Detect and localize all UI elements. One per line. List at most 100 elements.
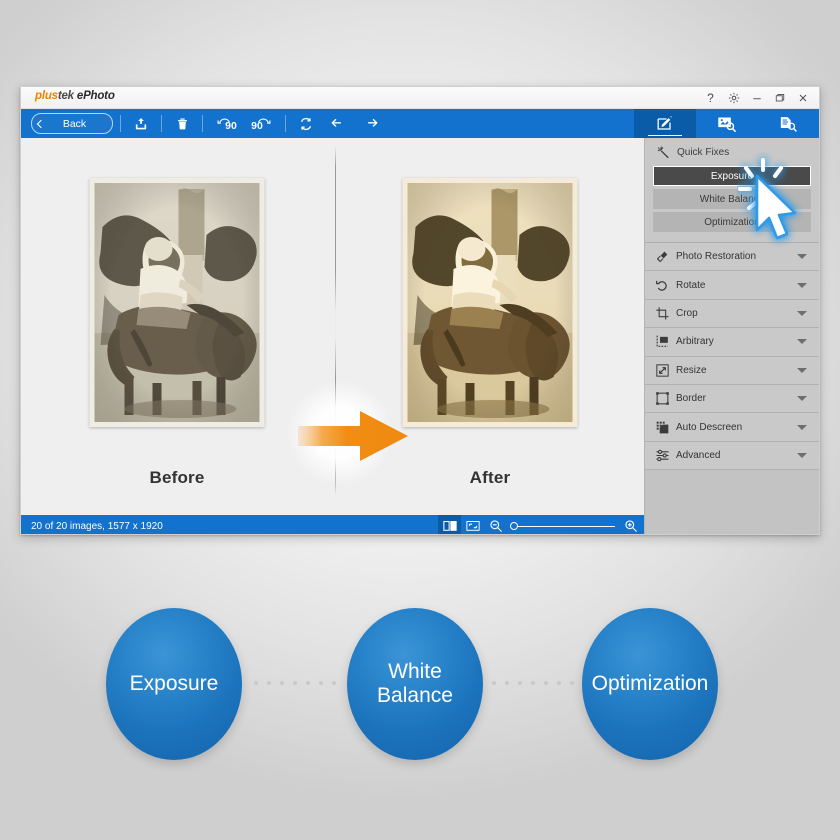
chevron-down-icon[interactable] bbox=[797, 424, 807, 430]
sidebar-item-label: Advanced bbox=[676, 449, 721, 461]
sidebar-item-label: Border bbox=[676, 393, 707, 405]
flow-node-label: Exposure bbox=[129, 672, 219, 696]
redo-button[interactable] bbox=[357, 112, 383, 136]
toolbar-separator bbox=[120, 115, 121, 132]
quick-fixes-title: Quick Fixes bbox=[677, 147, 730, 158]
chevron-down-icon[interactable] bbox=[797, 367, 807, 373]
tab-document-search[interactable] bbox=[757, 109, 819, 138]
sidebar-item-rotate[interactable]: Rotate bbox=[645, 271, 819, 300]
tab-edit[interactable] bbox=[634, 109, 696, 138]
export-button[interactable] bbox=[128, 112, 154, 136]
rotate-left-button[interactable]: 90 bbox=[210, 112, 244, 136]
chevron-down-icon[interactable] bbox=[797, 310, 807, 316]
gear-icon bbox=[728, 92, 739, 103]
sidebar-item-label: Auto Descreen bbox=[676, 421, 743, 433]
reset-button[interactable] bbox=[293, 112, 319, 136]
before-photo-frame[interactable] bbox=[89, 178, 265, 427]
sliders-icon bbox=[648, 448, 676, 463]
redo-icon bbox=[367, 118, 377, 127]
after-photo-frame[interactable] bbox=[402, 178, 578, 427]
rotate-right-icon bbox=[257, 118, 271, 124]
window-controls: ? bbox=[700, 87, 813, 108]
app-logo-name: ePhoto bbox=[73, 90, 115, 102]
sidebar-item-arbitrary[interactable]: Arbitrary bbox=[645, 328, 819, 357]
arbitrary-rotate-icon bbox=[648, 334, 676, 349]
chevron-down-icon[interactable] bbox=[797, 452, 807, 458]
flow-connector-2 bbox=[492, 680, 574, 685]
toolbar-separator bbox=[285, 115, 286, 132]
quick-fix-white-balance-label: White Balance bbox=[699, 193, 765, 205]
back-button-label: Back bbox=[62, 117, 87, 130]
restoration-brush-icon bbox=[648, 249, 676, 264]
flow-node-optimization[interactable]: Optimization bbox=[582, 608, 718, 760]
before-photo bbox=[94, 183, 260, 422]
app-logo: plustek ePhoto bbox=[35, 90, 115, 102]
refresh-icon bbox=[300, 117, 312, 130]
quick-fix-optimization-button[interactable]: Optimization bbox=[653, 212, 811, 232]
sidebar-item-label: Rotate bbox=[676, 279, 706, 291]
right-arrow-icon bbox=[298, 411, 408, 461]
sidebar-item-advanced[interactable]: Advanced bbox=[645, 441, 819, 471]
zoom-slider-thumb[interactable] bbox=[510, 522, 518, 530]
rotate-left-label: 90 bbox=[225, 120, 237, 132]
sidebar-item-photo-restoration[interactable]: Photo Restoration bbox=[645, 243, 819, 272]
help-button[interactable]: ? bbox=[700, 88, 721, 107]
main-toolbar: Back 90 90 bbox=[21, 109, 819, 138]
delete-button[interactable] bbox=[169, 112, 195, 136]
tab-strip bbox=[634, 109, 819, 138]
document-search-icon bbox=[781, 116, 797, 132]
zoom-slider-track bbox=[511, 525, 615, 527]
maximize-button[interactable] bbox=[769, 88, 790, 107]
sidebar-item-border[interactable]: Border bbox=[645, 384, 819, 414]
tab-image-search[interactable] bbox=[696, 109, 758, 138]
zoom-out-button[interactable] bbox=[484, 515, 507, 534]
flow-node-label: White Balance bbox=[377, 660, 453, 707]
sidebar-item-resize[interactable]: Resize bbox=[645, 356, 819, 385]
title-bar: plustek ePhoto ? bbox=[21, 87, 819, 109]
sidebar-item-label: Photo Restoration bbox=[676, 251, 757, 263]
sidebar-item-label: Crop bbox=[676, 307, 698, 319]
maximize-icon bbox=[775, 93, 784, 101]
trash-icon bbox=[177, 118, 187, 129]
chevron-down-icon[interactable] bbox=[797, 396, 807, 402]
undo-button[interactable] bbox=[325, 112, 351, 136]
minimize-icon bbox=[752, 97, 761, 99]
fit-to-screen-button[interactable] bbox=[461, 515, 484, 534]
sidebar-item-crop[interactable]: Crop bbox=[645, 299, 819, 329]
application-window: plustek ePhoto ? Back 90 90 Before After… bbox=[20, 86, 820, 535]
chevron-down-icon[interactable] bbox=[797, 254, 807, 260]
resize-icon bbox=[648, 363, 676, 378]
workspace: Before After 20 of 20 images, 1577 x 192… bbox=[21, 138, 646, 534]
minimize-button[interactable] bbox=[746, 88, 767, 107]
chevron-down-icon[interactable] bbox=[797, 282, 807, 288]
split-view-button[interactable] bbox=[438, 515, 461, 534]
zoom-in-button[interactable] bbox=[619, 515, 642, 534]
split-view-icon bbox=[442, 521, 457, 531]
descreen-icon bbox=[648, 420, 676, 435]
quick-fix-exposure-button[interactable]: Exposure bbox=[653, 166, 811, 186]
rotate-right-button[interactable]: 90 bbox=[244, 112, 278, 136]
sidebar-item-label: Arbitrary bbox=[676, 336, 714, 348]
application-body: Before After 20 of 20 images, 1577 x 192… bbox=[21, 138, 819, 534]
chevron-down-icon[interactable] bbox=[797, 339, 807, 345]
zoom-out-icon bbox=[489, 520, 502, 532]
sidebar-item-auto-descreen[interactable]: Auto Descreen bbox=[645, 413, 819, 442]
before-after-compare: Before After bbox=[21, 138, 646, 506]
before-label: Before bbox=[149, 468, 205, 487]
app-logo-plus: plus bbox=[35, 90, 58, 102]
settings-button[interactable] bbox=[723, 88, 744, 107]
right-sidebar: Quick Fixes Exposure White Balance Optim… bbox=[644, 138, 819, 534]
quick-fix-optimization-label: Optimization bbox=[704, 216, 760, 228]
flow-node-white-balance[interactable]: White Balance bbox=[347, 608, 483, 760]
flow-node-label: Optimization bbox=[591, 672, 709, 696]
back-button[interactable]: Back bbox=[31, 113, 113, 134]
flow-node-exposure[interactable]: Exposure bbox=[106, 608, 242, 760]
after-label: After bbox=[469, 468, 511, 487]
export-icon bbox=[135, 117, 147, 129]
close-button[interactable] bbox=[792, 88, 813, 107]
zoom-controls bbox=[438, 515, 646, 534]
zoom-slider[interactable] bbox=[509, 515, 617, 534]
quick-fixes-header: Quick Fixes bbox=[653, 146, 811, 159]
pencil-edit-icon bbox=[657, 115, 673, 130]
quick-fix-white-balance-button[interactable]: White Balance bbox=[653, 189, 811, 209]
